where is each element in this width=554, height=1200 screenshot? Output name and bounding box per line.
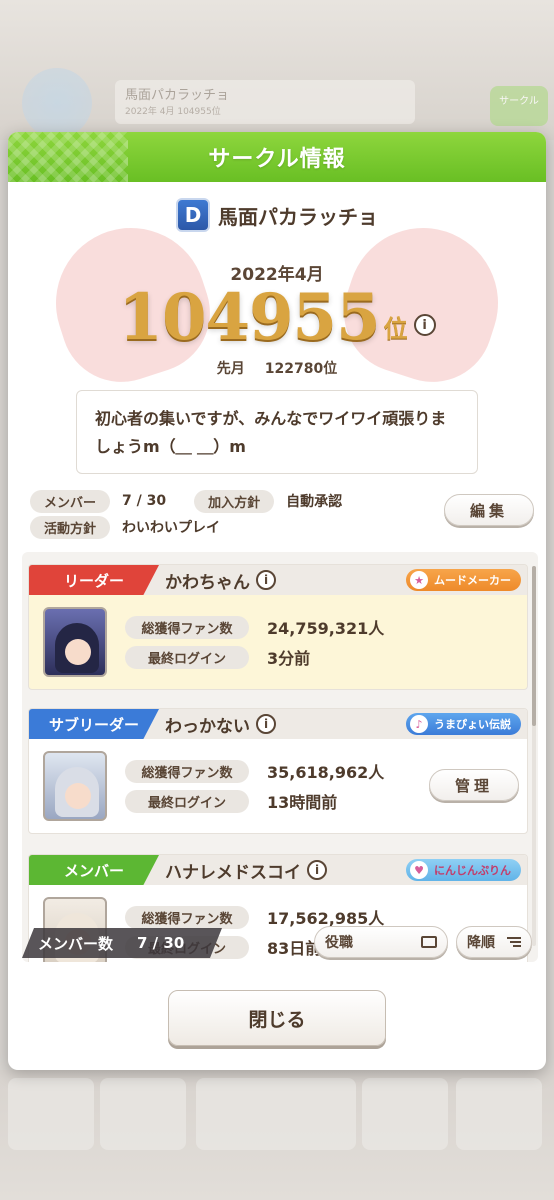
circle-name-row: D 馬面パカラッチョ — [8, 198, 546, 232]
circle-description: 初心者の集いですが、みんなでワイワイ頑張りましょうm（＿ ＿）m — [76, 390, 478, 474]
rank-number: 104955 — [118, 280, 380, 355]
member-title-badge: ♥ にんじんぷりん — [406, 859, 521, 881]
member-name: かわちゃん — [165, 572, 250, 593]
member-list[interactable]: リーダー かわちゃん i ★ ムードメーカー 総獲得ファン数 24,759,32… — [22, 552, 538, 962]
circle-hero: D 馬面パカラッチョ 2022年4月 104955 位 i 先月 122780位 — [8, 182, 546, 398]
background-circle-button: サークル — [490, 86, 548, 126]
sort-order-label: 降順 — [467, 935, 495, 951]
modal-title: サークル情報 — [208, 147, 346, 172]
member-list-scrollbar[interactable] — [532, 566, 536, 946]
member-card-header: リーダー かわちゃん i ★ ムードメーカー — [29, 565, 527, 595]
member-info-icon[interactable]: i — [256, 570, 276, 590]
member-card-header: メンバー ハナレメドスコイ i ♥ にんじんぷりん — [29, 855, 527, 885]
edit-button[interactable]: 編集 — [444, 494, 534, 526]
last-login-value: 83日前 — [267, 939, 322, 958]
member-info-icon[interactable]: i — [307, 860, 327, 880]
background-banner-sub: 2022年 4月 104955位 — [125, 107, 221, 117]
last-login-value: 13時間前 — [267, 793, 338, 812]
role-tag: サブリーダー — [29, 709, 159, 739]
rank-unit: 位 — [383, 315, 408, 343]
close-button[interactable]: 閉じる — [168, 990, 386, 1046]
member-count-value: 7 / 30 — [137, 934, 185, 952]
avatar-face — [65, 783, 91, 809]
avatar[interactable] — [43, 751, 107, 821]
title-badge-icon: ♪ — [410, 715, 428, 733]
members-label: メンバー — [30, 489, 111, 513]
role-tag: リーダー — [29, 565, 159, 595]
member-card-body: 総獲得ファン数 24,759,321人 最終ログイン 3分前 — [29, 595, 527, 689]
join-policy-label: 加入方針 — [194, 489, 275, 513]
member-card-body: 総獲得ファン数 35,618,962人 最終ログイン 13時間前 管理 — [29, 739, 527, 833]
member-title: にんじんぷりん — [434, 864, 511, 877]
background-tile — [100, 1078, 186, 1150]
role-tag: メンバー — [29, 855, 159, 885]
previous-month-rank: 先月 122780位 — [8, 358, 546, 378]
title-badge-icon: ★ — [410, 571, 428, 589]
previous-month-value: 122780位 — [264, 361, 338, 377]
last-login-row: 最終ログイン 3分前 — [125, 645, 310, 669]
member-count-label: メンバー数 — [38, 934, 114, 953]
background-tile — [362, 1078, 448, 1150]
join-policy-value: 自動承認 — [286, 494, 343, 510]
last-login-label: 最終ログイン — [125, 789, 249, 813]
card-stack-icon — [421, 936, 437, 948]
last-login-row: 最終ログイン 13時間前 — [125, 789, 337, 813]
background-banner-title: 馬面パカラッチョ — [125, 88, 230, 103]
last-login-label: 最終ログイン — [125, 645, 249, 669]
title-badge-icon: ♥ — [410, 861, 428, 879]
background-tile — [196, 1078, 356, 1150]
fans-label: 総獲得ファン数 — [125, 615, 249, 639]
member-count-bar: メンバー数 7 / 30 — [22, 928, 222, 958]
header-pattern — [8, 132, 128, 182]
fans-value: 24,759,321人 — [267, 619, 385, 638]
member-info-icon[interactable]: i — [256, 714, 276, 734]
sort-lines-icon — [507, 937, 521, 947]
member-name: ハナレメドスコイ — [165, 862, 301, 883]
member-card-leader[interactable]: リーダー かわちゃん i ★ ムードメーカー 総獲得ファン数 24,759,32… — [28, 564, 528, 690]
member-card-header: サブリーダー わっかない i ♪ うまぴょい伝説 — [29, 709, 527, 739]
fans-label: 総獲得ファン数 — [125, 759, 249, 783]
circle-name: 馬面パカラッチョ — [218, 204, 378, 229]
sort-by-role-button[interactable]: 役職 — [314, 926, 448, 958]
member-title: うまぴょい伝説 — [434, 718, 511, 731]
scrollbar-thumb[interactable] — [532, 566, 536, 726]
background-circle-button-label: サークル — [499, 96, 539, 107]
fans-value: 35,618,962人 — [267, 763, 385, 782]
previous-month-label: 先月 — [216, 361, 245, 377]
activity-policy-value: わいわいプレイ — [122, 520, 221, 536]
fans-row: 総獲得ファン数 35,618,962人 — [125, 759, 384, 783]
sort-order-button[interactable]: 降順 — [456, 926, 532, 958]
avatar-face — [65, 639, 91, 665]
circle-info-modal: サークル情報 D 馬面パカラッチョ 2022年4月 104955 位 i 先月 … — [8, 132, 546, 1070]
manage-button[interactable]: 管理 — [429, 769, 519, 801]
rank-info-icon[interactable]: i — [413, 314, 436, 336]
member-card-subleader[interactable]: サブリーダー わっかない i ♪ うまぴょい伝説 総獲得ファン数 35,618,… — [28, 708, 528, 834]
avatar[interactable] — [43, 607, 107, 677]
rank-row: 104955 位 i — [8, 282, 546, 354]
fans-row: 総獲得ファン数 24,759,321人 — [125, 615, 384, 639]
member-title-badge: ★ ムードメーカー — [406, 569, 521, 591]
member-title: ムードメーカー — [434, 574, 511, 587]
background-tile — [456, 1078, 542, 1150]
member-name: わっかない — [165, 716, 250, 737]
fans-label: 総獲得ファン数 — [125, 905, 249, 929]
background-tile — [8, 1078, 94, 1150]
background-emblem — [22, 68, 92, 138]
last-login-value: 3分前 — [267, 649, 311, 668]
member-title-badge: ♪ うまぴょい伝説 — [406, 713, 521, 735]
activity-policy-label: 活動方針 — [30, 515, 111, 539]
members-value: 7 / 30 — [122, 493, 167, 509]
modal-header: サークル情報 — [8, 132, 546, 182]
sort-role-label: 役職 — [325, 935, 353, 951]
circle-emblem-icon: D — [176, 198, 210, 232]
